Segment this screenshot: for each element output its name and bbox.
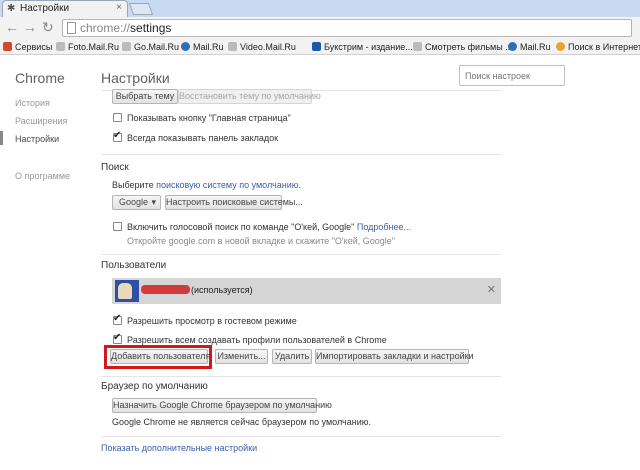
bookmark-movies[interactable]: Смотреть фильмы ... xyxy=(413,40,513,54)
voice-search-hint: Откройте google.com в новой вкладке и ск… xyxy=(127,236,395,246)
nav-item-about[interactable]: О программе xyxy=(15,171,70,181)
restore-theme-button[interactable]: Восстановить тему по умолчанию xyxy=(178,89,321,104)
choose-theme-button[interactable]: Выбрать тему xyxy=(112,89,178,104)
show-home-checkbox[interactable] xyxy=(113,113,122,122)
default-browser-status: Google Chrome не является сейчас браузер… xyxy=(112,417,371,427)
gear-icon: ✱ xyxy=(7,3,16,14)
search-engine-select[interactable]: Google ▾ xyxy=(112,195,161,210)
bookmark-bookstream[interactable]: Букстрим - издание... xyxy=(312,40,413,54)
bookmarks-bar: Сервисы Foto.Mail.Ru Go.Mail.Ru Mail.Ru … xyxy=(0,39,640,55)
search-heading: Поиск xyxy=(101,162,129,173)
nav-item-settings[interactable]: Настройки xyxy=(15,134,59,144)
bookmark-video[interactable]: Video.Mail.Ru xyxy=(228,40,296,54)
bookmark-foto[interactable]: Foto.Mail.Ru xyxy=(56,40,119,54)
bookmark-go[interactable]: Go.Mail.Ru xyxy=(122,40,179,54)
page-icon xyxy=(413,42,422,51)
nav-item-extensions[interactable]: Расширения xyxy=(15,116,67,126)
user-status: (используется) xyxy=(191,285,253,295)
bookmark-mail[interactable]: Mail.Ru xyxy=(181,40,224,54)
page-icon xyxy=(67,22,76,34)
url-text: chrome://settings xyxy=(80,21,172,35)
voice-search-checkbox[interactable] xyxy=(113,222,122,231)
guest-mode-checkbox[interactable] xyxy=(113,313,122,325)
user-profile-row[interactable]: (используется) ✕ xyxy=(112,278,501,304)
bookmark-services[interactable]: Сервисы xyxy=(3,40,52,54)
search-settings-input[interactable] xyxy=(459,65,565,86)
divider xyxy=(101,254,501,255)
highlight-box xyxy=(104,345,212,369)
forward-arrow-icon[interactable]: → xyxy=(23,19,37,35)
book-icon xyxy=(312,42,321,51)
configure-search-button[interactable]: Настроить поисковые системы... xyxy=(165,195,303,210)
active-indicator xyxy=(0,131,3,145)
voice-more-link[interactable]: Подробнее... xyxy=(357,222,411,232)
new-tab-button[interactable] xyxy=(128,3,154,15)
mailru-icon xyxy=(508,42,517,51)
apps-grid-icon xyxy=(3,42,12,51)
tab-strip: ✱ Настройки × xyxy=(0,0,640,17)
toolbar: ← → ↻ chrome://settings xyxy=(0,17,640,39)
avatar xyxy=(115,280,139,302)
guest-mode-label: Разрешить просмотр в гостевом режиме xyxy=(127,316,297,326)
search-icon xyxy=(556,42,565,51)
search-engine-text: Выберите поисковую систему по умолчанию. xyxy=(112,180,302,190)
default-search-link[interactable]: поисковую систему по умолчанию xyxy=(156,180,298,190)
page-icon xyxy=(228,42,237,51)
make-default-button[interactable]: Назначить Google Chrome браузером по умо… xyxy=(112,398,332,413)
redacted-username xyxy=(141,285,190,294)
settings-main: Настройки Выбрать тему Восстановить тему… xyxy=(90,56,640,470)
back-arrow-icon[interactable]: ← xyxy=(5,19,19,35)
divider xyxy=(101,154,501,155)
voice-search-label: Включить голосовой поиск по команде "О'к… xyxy=(127,222,412,232)
page-icon xyxy=(122,42,131,51)
reload-icon[interactable]: ↻ xyxy=(42,19,54,36)
nav-item-history[interactable]: История xyxy=(15,98,50,108)
show-advanced-link[interactable]: Показать дополнительные настройки xyxy=(101,443,257,453)
allow-profiles-checkbox[interactable] xyxy=(113,332,122,344)
bookmark-search[interactable]: Поиск в Интернете xyxy=(556,40,640,54)
chrome-heading: Chrome xyxy=(15,70,65,86)
show-bookmarks-checkbox[interactable] xyxy=(113,130,122,142)
page-icon xyxy=(56,42,65,51)
dropdown-arrow-icon: ▾ xyxy=(151,197,156,207)
default-browser-heading: Браузер по умолчанию xyxy=(101,381,208,392)
mailru-icon xyxy=(181,42,190,51)
bookmark-mail-2[interactable]: Mail.Ru xyxy=(508,40,551,54)
edit-user-button[interactable]: Изменить... xyxy=(215,349,268,364)
divider xyxy=(101,436,501,437)
divider xyxy=(101,376,501,377)
import-bookmarks-button[interactable]: Импортировать закладки и настройки xyxy=(315,349,474,364)
tab-title: Настройки xyxy=(20,3,70,14)
address-bar[interactable]: chrome://settings xyxy=(62,19,632,37)
show-bookmarks-label: Всегда показывать панель закладок xyxy=(127,133,279,143)
allow-profiles-label: Разрешить всем создавать профили пользов… xyxy=(127,335,387,345)
users-heading: Пользователи xyxy=(101,260,167,271)
remove-user-icon[interactable]: ✕ xyxy=(487,283,496,296)
show-home-label: Показывать кнопку "Главная страница" xyxy=(127,113,291,123)
page-title: Настройки xyxy=(101,70,170,86)
close-tab-icon[interactable]: × xyxy=(116,2,122,13)
left-nav: Chrome История Расширения Настройки О пр… xyxy=(0,56,90,470)
tab-settings[interactable]: ✱ Настройки × xyxy=(2,0,128,17)
delete-user-button[interactable]: Удалить xyxy=(272,349,312,364)
